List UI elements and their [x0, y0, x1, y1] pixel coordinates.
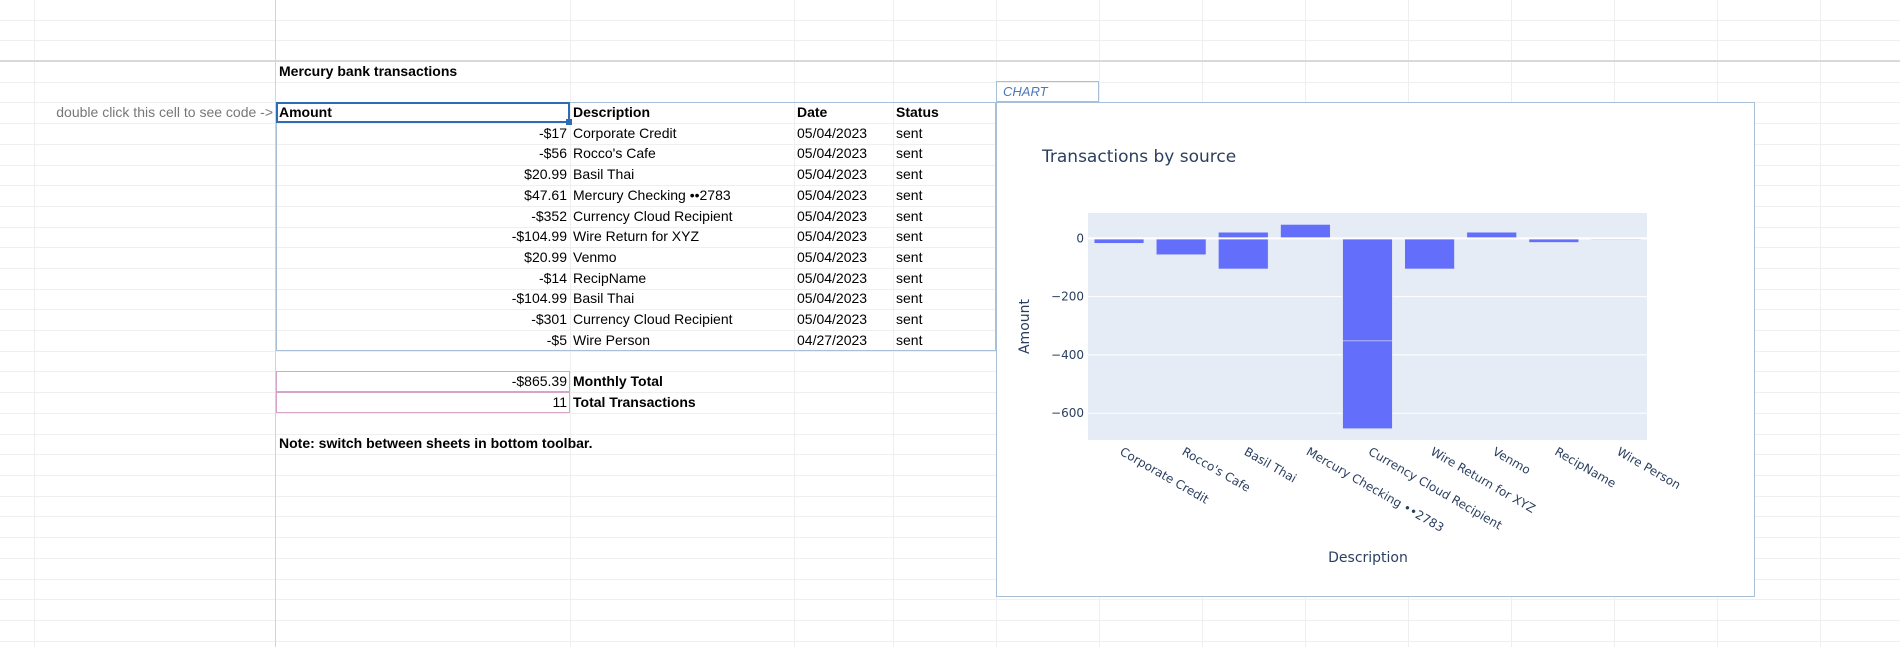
cell-amount[interactable]: $47.61: [276, 185, 570, 206]
cell-description[interactable]: Wire Person: [570, 330, 794, 351]
cell-date[interactable]: 05/04/2023: [794, 268, 893, 289]
sheet-title[interactable]: Mercury bank transactions: [276, 61, 676, 82]
cell-amount[interactable]: $20.99: [276, 247, 570, 268]
row-gridline: [0, 40, 1900, 41]
cell-status[interactable]: sent: [893, 185, 996, 206]
cell-description[interactable]: Venmo: [570, 247, 794, 268]
cell-status[interactable]: sent: [893, 330, 996, 351]
cell-description[interactable]: Wire Return for XYZ: [570, 226, 794, 247]
cell-description[interactable]: RecipName: [570, 268, 794, 289]
cell-amount[interactable]: $20.99: [276, 164, 570, 185]
y-axis-title: Amount: [1017, 298, 1033, 354]
x-tick-label: RecipName: [1552, 444, 1618, 490]
cell-status[interactable]: sent: [893, 268, 996, 289]
column-header-description[interactable]: Description: [570, 102, 794, 123]
x-tick-label: Wire Return for XYZ: [1428, 444, 1538, 515]
cell-date[interactable]: 05/04/2023: [794, 309, 893, 330]
cell-description[interactable]: Basil Thai: [570, 164, 794, 185]
row-gridline: [0, 620, 1900, 621]
cell-amount[interactable]: -$301: [276, 309, 570, 330]
monthly-total-label[interactable]: Monthly Total: [570, 371, 794, 392]
cell-status[interactable]: sent: [893, 247, 996, 268]
cell-amount[interactable]: -$17: [276, 123, 570, 144]
cell-amount[interactable]: -$104.99: [276, 288, 570, 309]
cell-status[interactable]: sent: [893, 288, 996, 309]
bar: [1218, 238, 1269, 270]
cell-date[interactable]: 04/27/2023: [794, 330, 893, 351]
fill-handle[interactable]: [566, 119, 572, 125]
bar: [1342, 238, 1393, 342]
cell-date[interactable]: 05/04/2023: [794, 123, 893, 144]
y-tick-label: −400: [1051, 348, 1084, 362]
cell-date[interactable]: 05/04/2023: [794, 226, 893, 247]
cell-amount[interactable]: -$352: [276, 206, 570, 227]
cell-date[interactable]: 05/04/2023: [794, 247, 893, 268]
bar-chart: Transactions by source 0−200−400−600Corp…: [1017, 147, 1683, 566]
cell-description[interactable]: Mercury Checking ••2783: [570, 185, 794, 206]
cell-status[interactable]: sent: [893, 164, 996, 185]
row-gridline: [0, 599, 1900, 600]
column-header-status[interactable]: Status: [893, 102, 996, 123]
column-gridline: [1820, 0, 1821, 647]
cell-amount[interactable]: -$14: [276, 268, 570, 289]
cell-status[interactable]: sent: [893, 123, 996, 144]
chart-title: Transactions by source: [1041, 147, 1236, 167]
bar: [1342, 340, 1393, 429]
cell-date[interactable]: 05/04/2023: [794, 164, 893, 185]
cell-status[interactable]: sent: [893, 206, 996, 227]
x-tick-label: Wire Person: [1614, 444, 1683, 492]
y-tick-label: 0: [1076, 231, 1084, 245]
y-tick-label: −600: [1051, 406, 1084, 420]
chart-container[interactable]: Transactions by source 0 −200 −400 −600 Corp…: [996, 102, 1755, 597]
total-transactions-value[interactable]: 11: [276, 392, 570, 413]
row-gridline: [0, 20, 1900, 21]
x-axis-title: Description: [1328, 550, 1408, 566]
row-gridline: [0, 82, 1900, 83]
cell-date[interactable]: 05/04/2023: [794, 288, 893, 309]
cell-status[interactable]: sent: [893, 143, 996, 164]
column-gridline: [34, 0, 35, 647]
cell-status[interactable]: sent: [893, 226, 996, 247]
bar: [1404, 238, 1455, 270]
bar: [1156, 238, 1207, 255]
column-header-date[interactable]: Date: [794, 102, 893, 123]
hint-cell[interactable]: double click this cell to see code ->: [34, 102, 276, 123]
cell-description[interactable]: Basil Thai: [570, 288, 794, 309]
selected-cell[interactable]: [276, 102, 570, 123]
x-tick-label: Venmo: [1490, 444, 1533, 477]
row-gridline: [0, 641, 1900, 642]
cell-status[interactable]: sent: [893, 309, 996, 330]
cell-description[interactable]: Currency Cloud Recipient: [570, 206, 794, 227]
x-tick-label: Basil Thai: [1242, 444, 1299, 485]
chart-cell-label[interactable]: CHART: [996, 81, 1099, 102]
cell-date[interactable]: 05/04/2023: [794, 206, 893, 227]
total-transactions-label[interactable]: Total Transactions: [570, 392, 794, 413]
cell-date[interactable]: 05/04/2023: [794, 185, 893, 206]
cell-description[interactable]: Corporate Credit: [570, 123, 794, 144]
cell-amount[interactable]: -$104.99: [276, 226, 570, 247]
cell-date[interactable]: 05/04/2023: [794, 143, 893, 164]
cell-amount[interactable]: -$5: [276, 330, 570, 351]
cell-description[interactable]: Rocco's Cafe: [570, 143, 794, 164]
bar: [1280, 224, 1331, 239]
note-cell[interactable]: Note: switch between sheets in bottom to…: [276, 433, 776, 454]
y-tick-label: −200: [1051, 290, 1084, 304]
cell-amount[interactable]: -$56: [276, 143, 570, 164]
cell-description[interactable]: Currency Cloud Recipient: [570, 309, 794, 330]
monthly-total-value[interactable]: -$865.39: [276, 371, 570, 392]
